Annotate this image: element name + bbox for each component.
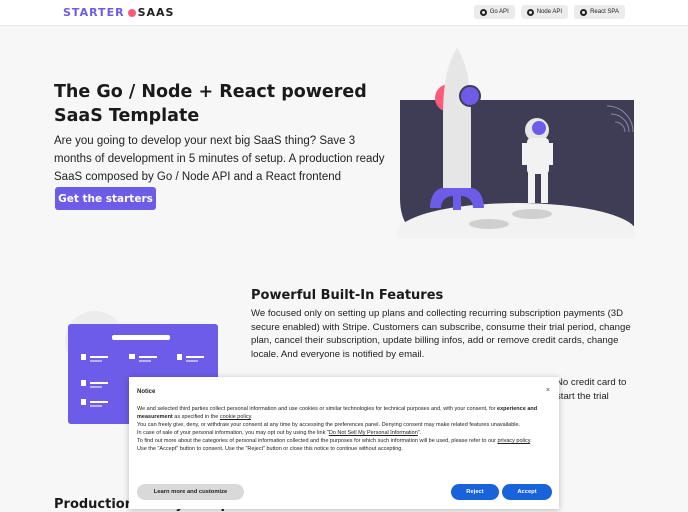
notice-paragraph-4: To find out more about the categories of… xyxy=(137,437,542,445)
notice-text: We and selected third parties collect pe… xyxy=(137,406,498,412)
notice-body: We and selected third parties collect pe… xyxy=(137,405,542,453)
close-icon[interactable]: × xyxy=(546,387,550,394)
nav-buttons: Go API Node API React SPA xyxy=(473,5,625,19)
nav-go-api-label: Go API xyxy=(489,9,509,15)
notice-title: Notice xyxy=(137,389,156,395)
notice-text: To find out more about the categories of… xyxy=(137,438,498,444)
features-description-partial: No credit card to start the trial xyxy=(556,377,627,402)
do-not-sell-link[interactable]: Do Not Sell My Personal Information xyxy=(329,430,418,436)
github-icon xyxy=(526,8,534,16)
logo-text-starter: STARTER xyxy=(63,6,125,19)
features-description: We focused only on setting up plans and … xyxy=(251,308,631,360)
nav-go-api-button[interactable]: Go API xyxy=(473,5,515,19)
cookie-notice-dialog: Notice × We and selected third parties c… xyxy=(129,377,559,509)
notice-text: . xyxy=(250,414,253,420)
get-the-starters-button[interactable]: Get the starters xyxy=(55,187,156,210)
logo-text-saas: SAAS xyxy=(137,6,175,19)
nav-react-spa-button[interactable]: React SPA xyxy=(574,5,625,19)
github-icon xyxy=(580,8,588,16)
nav-node-api-label: Node API xyxy=(536,9,563,15)
notice-paragraph-2: You can freely give, deny, or withdraw y… xyxy=(137,422,521,428)
notice-text: . xyxy=(530,438,532,444)
notice-paragraph-3: In case of sale of your personal informa… xyxy=(137,429,542,437)
cookie-policy-link[interactable]: cookie policy xyxy=(220,414,251,420)
hero-title: The Go / Node + React powered SaaS Templ… xyxy=(54,82,367,126)
notice-text: as specified in the xyxy=(172,414,220,420)
notice-text: In case of sale of your personal informa… xyxy=(137,430,329,436)
learn-more-button[interactable]: Learn more and customize xyxy=(137,484,244,500)
logo[interactable]: STARTER SAAS xyxy=(63,6,174,19)
nav-node-api-button[interactable]: Node API xyxy=(520,5,569,19)
hero-description: Are you going to develop your next big S… xyxy=(54,135,385,183)
nav-react-spa-label: React SPA xyxy=(590,9,619,15)
logo-dot-icon xyxy=(127,8,136,17)
notice-paragraph-1: We and selected third parties collect pe… xyxy=(137,405,542,421)
notice-paragraph-5: Use the "Accept" button to consent. Use … xyxy=(137,446,403,452)
reject-button[interactable]: Reject xyxy=(451,484,499,500)
accept-button[interactable]: Accept xyxy=(502,484,552,500)
privacy-policy-link[interactable]: privacy policy xyxy=(497,438,530,444)
github-icon xyxy=(479,8,487,16)
features-title: Powerful Built-In Features xyxy=(251,288,444,303)
rocket-astronaut-illustration xyxy=(397,48,634,238)
top-navbar: STARTER SAAS Go API Node API React SPA xyxy=(0,0,688,26)
notice-text: ". xyxy=(417,430,422,436)
